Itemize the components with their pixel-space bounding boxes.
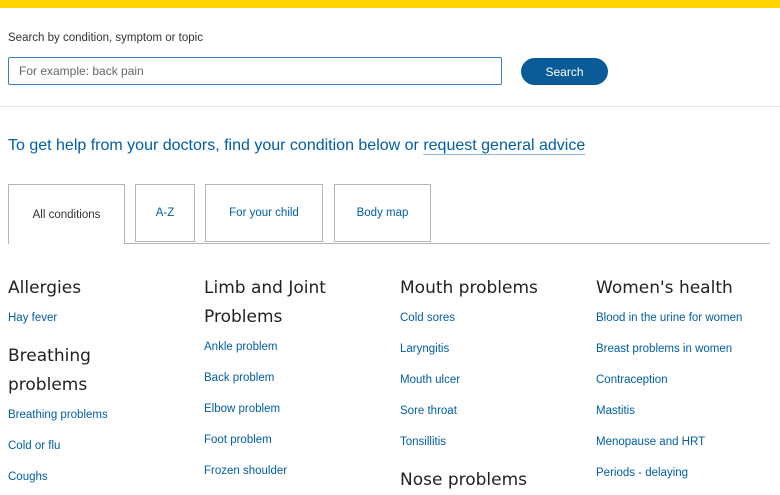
divider — [0, 106, 780, 107]
column-allergies-breathing: Allergies Hay fever Breathing problems B… — [8, 274, 178, 493]
link-breast-problems[interactable]: Breast problems in women — [596, 334, 776, 365]
link-cold-or-flu[interactable]: Cold or flu — [8, 431, 178, 462]
link-foot-problem[interactable]: Foot problem — [204, 425, 364, 456]
link-sore-throat[interactable]: Sore throat — [400, 396, 580, 427]
heading-limb-and-joint-problems: Limb and Joint Problems — [204, 278, 326, 327]
link-mouth-ulcer[interactable]: Mouth ulcer — [400, 365, 580, 396]
link-menopause-hrt[interactable]: Menopause and HRT — [596, 427, 776, 458]
tab-a-z[interactable]: A-Z — [135, 184, 195, 242]
search-button[interactable]: Search — [521, 58, 608, 85]
tab-label: All conditions — [32, 208, 101, 221]
heading-womens-health: Women's health — [596, 278, 733, 298]
help-text-intro: To get help from your doctors, find your… — [8, 137, 424, 154]
link-laryngitis[interactable]: Laryngitis — [400, 334, 580, 365]
search-input[interactable] — [8, 57, 502, 85]
tab-body-map[interactable]: Body map — [334, 184, 431, 242]
link-tonsillitis[interactable]: Tonsillitis — [400, 427, 580, 458]
link-breathing-problems[interactable]: Breathing problems — [8, 400, 178, 431]
tabs-underline — [124, 243, 770, 244]
tab-for-your-child[interactable]: For your child — [205, 184, 323, 242]
column-limb-joint: Limb and Joint Problems Ankle problem Ba… — [204, 274, 364, 487]
link-blood-in-urine[interactable]: Blood in the urine for women — [596, 303, 776, 334]
tab-label: A-Z — [155, 207, 175, 219]
tab-label: Body map — [356, 207, 409, 219]
link-periods-delaying[interactable]: Periods - delaying — [596, 458, 776, 489]
help-text: To get help from your doctors, find your… — [8, 137, 585, 155]
heading-breathing-problems: Breathing problems — [8, 346, 91, 395]
link-hay-fever[interactable]: Hay fever — [8, 303, 178, 334]
link-ankle-problem[interactable]: Ankle problem — [204, 332, 364, 363]
request-general-advice-link[interactable]: request general advice — [423, 137, 585, 154]
column-womens-health: Women's health Blood in the urine for wo… — [596, 274, 776, 489]
link-contraception[interactable]: Contraception — [596, 365, 776, 396]
main-panel: Search by condition, symptom or topic Se… — [0, 8, 780, 495]
link-elbow-problem[interactable]: Elbow problem — [204, 394, 364, 425]
link-mastitis[interactable]: Mastitis — [596, 396, 776, 427]
search-label: Search by condition, symptom or topic — [8, 32, 203, 44]
link-coughs[interactable]: Coughs — [8, 462, 178, 493]
column-mouth-nose: Mouth problems Cold sores Laryngitis Mou… — [400, 274, 580, 495]
heading-allergies: Allergies — [8, 278, 82, 298]
link-cold-sores[interactable]: Cold sores — [400, 303, 580, 334]
heading-nose-problems: Nose problems — [400, 470, 528, 490]
heading-mouth-problems: Mouth problems — [400, 278, 538, 298]
tab-label: For your child — [229, 207, 299, 219]
tab-all-conditions[interactable]: All conditions — [8, 184, 125, 244]
link-frozen-shoulder[interactable]: Frozen shoulder — [204, 456, 364, 487]
link-back-problem[interactable]: Back problem — [204, 363, 364, 394]
